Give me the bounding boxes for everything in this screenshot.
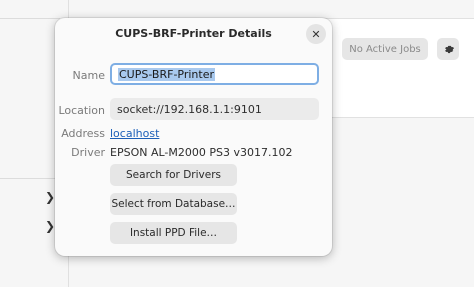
search-drivers-button[interactable]: Search for Drivers (110, 164, 237, 186)
chevron-right-icon[interactable]: ❯ (45, 219, 55, 233)
settings-button[interactable] (437, 38, 459, 60)
location-field[interactable]: socket://192.168.1.1:9101 (110, 98, 319, 120)
address-label: Address (61, 127, 105, 140)
name-label: Name (72, 69, 105, 82)
driver-label: Driver (71, 146, 105, 159)
install-ppd-button[interactable]: Install PPD File… (110, 222, 237, 244)
dialog-title: CUPS-BRF-Printer Details (115, 27, 272, 40)
chevron-right-icon[interactable]: ❯ (45, 190, 55, 204)
name-field[interactable]: CUPS-BRF-Printer (110, 63, 319, 85)
gear-icon (444, 45, 454, 53)
name-value: CUPS-BRF-Printer (118, 67, 216, 81)
address-link[interactable]: localhost (110, 127, 159, 140)
printer-details-dialog: CUPS-BRF-Printer Details ✕ Name CUPS-BRF… (55, 18, 332, 256)
close-button[interactable]: ✕ (306, 24, 326, 44)
close-icon: ✕ (311, 27, 321, 41)
location-value: socket://192.168.1.1:9101 (117, 102, 262, 116)
location-label: Location (58, 104, 105, 117)
jobs-button[interactable]: No Active Jobs (342, 38, 428, 60)
divider (0, 18, 60, 19)
select-from-database-button[interactable]: Select from Database… (110, 193, 237, 215)
driver-value: EPSON AL-M2000 PS3 v3017.102 (110, 146, 293, 159)
